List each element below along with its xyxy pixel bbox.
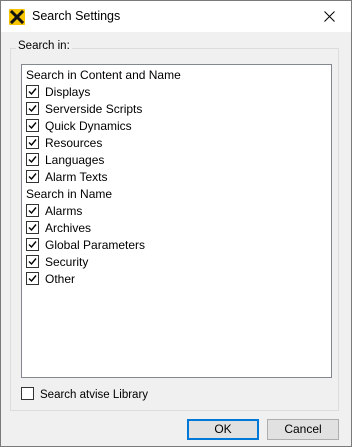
checkmark-icon [28,258,37,266]
checkmark-icon [28,139,37,147]
cancel-button[interactable]: Cancel [267,419,339,440]
checkmark-icon [28,105,37,113]
list-item-languages[interactable]: Languages [26,152,104,169]
search-library-label: Search atvise Library [40,389,149,401]
ok-button[interactable]: OK [187,419,259,440]
list-item-displays[interactable]: Displays [26,84,90,101]
checkmark-icon [28,207,37,215]
section-header-name-only: Search in Name [26,187,113,201]
list-item-label: Quick Dynamics [45,119,132,133]
list-item-label: Alarms [45,204,83,218]
checkbox-other[interactable] [26,272,39,285]
checkbox-security[interactable] [26,255,39,268]
checkmark-icon [28,241,37,249]
list-item-label: Global Parameters [45,238,146,252]
search-library-option[interactable]: Search atvise Library [21,387,148,403]
checkmark-icon [28,224,37,232]
section-header-content-and-name: Search in Content and Name [26,68,181,82]
checkbox-resources[interactable] [26,136,39,149]
checkmark-icon [28,88,37,96]
list-item-label: Displays [45,85,91,99]
title-bar: Search Settings [1,1,351,32]
list-item-label: Languages [45,153,105,167]
atvise-logo-icon [9,9,25,25]
checkbox-serverside-scripts[interactable] [26,102,39,115]
close-icon [324,11,335,22]
search-scope-list[interactable]: Search in Content and Name Displays Serv… [21,64,332,378]
checkbox-languages[interactable] [26,153,39,166]
checkbox-quick-dynamics[interactable] [26,119,39,132]
checkmark-icon [28,275,37,283]
list-item-security[interactable]: Security [26,254,88,271]
close-button[interactable] [307,1,351,32]
checkbox-archives[interactable] [26,221,39,234]
list-item-label: Alarm Texts [45,170,108,184]
list-item-serverside-scripts[interactable]: Serverside Scripts [26,101,142,118]
list-item-archives[interactable]: Archives [26,220,91,237]
list-item-label: Archives [45,221,92,235]
checkmark-icon [28,156,37,164]
window-title: Search Settings [32,9,121,23]
list-item-label: Resources [45,136,103,150]
checkmark-icon [28,173,37,181]
list-item-label: Serverside Scripts [45,102,143,116]
list-item-alarm-texts[interactable]: Alarm Texts [26,169,107,186]
list-item-quick-dynamics[interactable]: Quick Dynamics [26,118,132,135]
list-item-label: Other [45,272,76,286]
checkbox-displays[interactable] [26,85,39,98]
list-item-alarms[interactable]: Alarms [26,203,82,220]
checkbox-alarms[interactable] [26,204,39,217]
list-item-global-parameters[interactable]: Global Parameters [26,237,145,254]
search-in-label: Search in: [16,40,72,52]
checkbox-alarm-texts[interactable] [26,170,39,183]
checkmark-icon [28,122,37,130]
list-item-resources[interactable]: Resources [26,135,102,152]
list-item-label: Security [45,255,89,269]
checkbox-global-parameters[interactable] [26,238,39,251]
checkbox-search-library[interactable] [21,387,34,400]
list-item-other[interactable]: Other [26,271,75,288]
